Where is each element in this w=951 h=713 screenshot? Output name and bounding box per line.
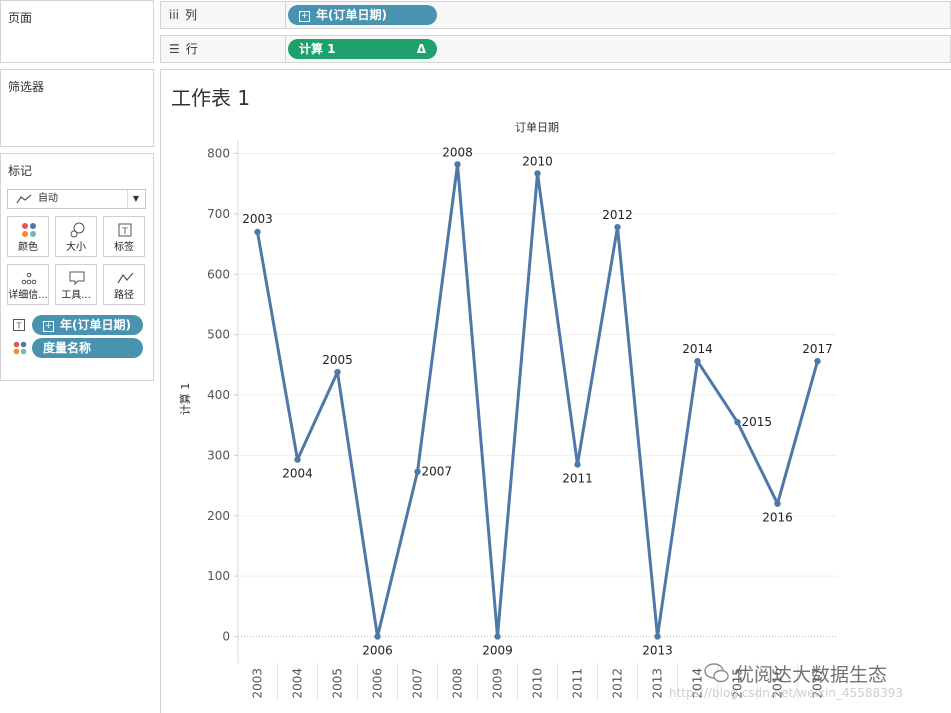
- y-tick-label: 200: [207, 509, 230, 523]
- series-line: [256, 162, 819, 638]
- data-point: [454, 161, 461, 168]
- data-label: 2007: [422, 465, 453, 479]
- y-tick-label: 300: [207, 448, 230, 462]
- data-point: [774, 500, 781, 507]
- data-label: 2005: [322, 353, 353, 367]
- data-point: [814, 357, 821, 365]
- data-label: 2009: [482, 644, 513, 658]
- data-point: [374, 633, 381, 640]
- y-tick-label: 700: [207, 207, 230, 221]
- y-tick-label: 0: [222, 630, 230, 644]
- data-label: 2013: [642, 644, 673, 658]
- data-point: [254, 228, 261, 236]
- wechat-icon: [704, 663, 729, 683]
- x-tick-label: 2012: [611, 668, 625, 699]
- data-label: 2004: [282, 467, 313, 481]
- data-point: [414, 468, 421, 475]
- data-point: [734, 418, 741, 426]
- data-label: 2017: [802, 342, 833, 356]
- data-label: 2015: [742, 415, 773, 429]
- y-tick-label: 100: [207, 569, 230, 583]
- x-tick-label: 2007: [411, 668, 425, 699]
- data-point: [494, 633, 501, 640]
- x-tick-label: 2006: [371, 668, 385, 699]
- data-point: [654, 633, 661, 640]
- x-tick-label: 2008: [451, 668, 465, 699]
- y-tick-label: 800: [207, 147, 230, 161]
- y-tick-label: 400: [207, 388, 230, 402]
- y-tick-label: 500: [207, 328, 230, 342]
- data-point: [334, 368, 341, 376]
- data-label: 2012: [602, 208, 633, 222]
- data-label: 2011: [562, 471, 593, 485]
- line-chart: 订单日期 计算 1 0 100 200 300 400 500 600 700 800 2003…: [178, 121, 837, 700]
- chart-title: 订单日期: [515, 121, 559, 134]
- data-label: 2006: [362, 644, 393, 658]
- x-tick-label: 2005: [331, 668, 345, 699]
- data-point: [694, 357, 701, 365]
- data-label: 2008: [442, 145, 473, 159]
- y-axis-title: 计算 1: [178, 383, 192, 416]
- x-tick-label: 2004: [291, 668, 305, 699]
- data-point: [574, 461, 581, 468]
- x-tick-label: 2009: [491, 668, 505, 699]
- data-label: 2003: [242, 212, 273, 226]
- data-point: [294, 456, 301, 463]
- watermark-url: https://blog.csdn.net/weixin_45588393: [669, 686, 904, 700]
- data-point: [614, 223, 621, 231]
- data-point: [534, 170, 541, 177]
- x-tick-label: 2013: [651, 668, 665, 699]
- data-label: 2010: [522, 154, 553, 168]
- x-tick-label: 2011: [571, 668, 585, 699]
- data-label: 2014: [682, 342, 713, 356]
- x-tick-label: 2010: [531, 668, 545, 699]
- data-label: 2016: [762, 511, 793, 525]
- x-tick-label: 2003: [251, 668, 265, 699]
- watermark-text: 优阅达大数据生态: [735, 664, 888, 686]
- y-tick-label: 600: [207, 267, 230, 281]
